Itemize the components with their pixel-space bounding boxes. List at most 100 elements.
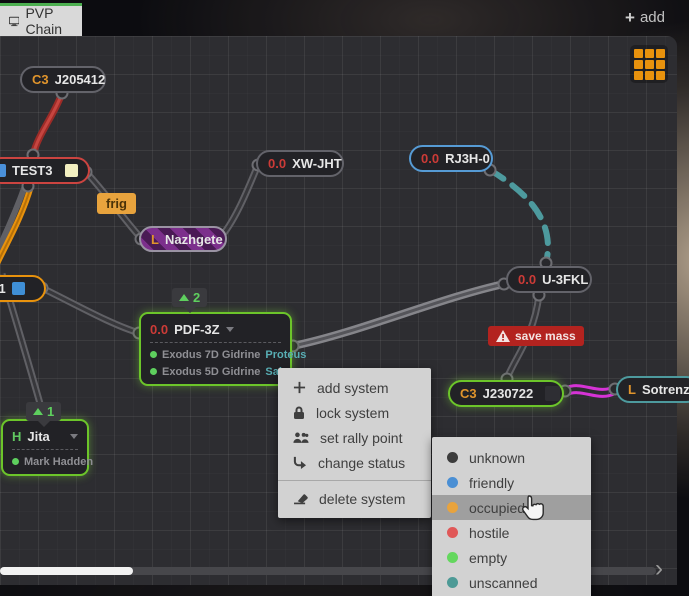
arrow-up-icon bbox=[33, 408, 43, 415]
connection-test3-offmap[interactable] bbox=[0, 186, 31, 270]
top-bar: PVP Chain + add bbox=[0, 0, 689, 36]
menu-label: add system bbox=[317, 380, 389, 396]
status-item-friendly[interactable]: friendly bbox=[432, 470, 591, 495]
eraser-icon bbox=[293, 493, 308, 505]
occupant-row: Exodus 5D Gidrine Sabre bbox=[150, 363, 281, 380]
system-name: XW-JHT bbox=[292, 156, 342, 171]
system-node-u-3fkl[interactable]: 0.0 U-3FKL bbox=[506, 266, 592, 293]
lock-icon bbox=[293, 406, 305, 420]
tab-label: PVP Chain bbox=[25, 5, 73, 37]
menu-separator bbox=[278, 480, 431, 481]
system-name: J230722 bbox=[483, 386, 534, 401]
menu-item-lock-system[interactable]: lock system bbox=[278, 400, 431, 425]
chevron-down-icon[interactable] bbox=[226, 327, 234, 332]
status-dot-empty bbox=[447, 552, 458, 563]
menu-label: set rally point bbox=[320, 430, 402, 446]
map-canvas[interactable]: C3 J205412 TEST3 0.0 XW-JHT 0.0 RJ3H-0 L… bbox=[0, 36, 677, 585]
system-name: Nazhgete bbox=[165, 232, 223, 247]
system-node-rj3h-0[interactable]: 0.0 RJ3H-0 bbox=[409, 145, 493, 172]
status-label: unscanned bbox=[469, 575, 538, 591]
frigate-hole-badge: frig bbox=[97, 193, 136, 214]
save-mass-label: save mass bbox=[515, 329, 576, 343]
divider bbox=[150, 342, 281, 343]
system-header: H Jita bbox=[12, 425, 78, 447]
plus-icon: + bbox=[625, 9, 635, 26]
status-dot-unscanned bbox=[447, 577, 458, 588]
menu-item-add-system[interactable]: add system bbox=[278, 375, 431, 400]
security-label: 0.0 bbox=[518, 272, 536, 287]
connection-nazhgete-xwjht[interactable] bbox=[220, 165, 258, 238]
occupant-row: Mark Hadden bbox=[12, 453, 78, 470]
scrollbar-thumb[interactable] bbox=[0, 567, 133, 575]
users-icon bbox=[293, 431, 309, 444]
system-name: U-3FKL bbox=[542, 272, 588, 287]
status-label: unknown bbox=[469, 450, 525, 466]
connection-801-pdf3z[interactable] bbox=[42, 288, 139, 333]
menu-item-delete-system[interactable]: delete system bbox=[278, 486, 431, 511]
pilot-name: Mark Hadden bbox=[24, 456, 93, 468]
warning-icon bbox=[496, 330, 510, 342]
arrow-redirect-icon bbox=[293, 456, 307, 469]
status-item-hostile[interactable]: hostile bbox=[432, 520, 591, 545]
system-node-j230722[interactable]: C3 J230722 bbox=[448, 380, 564, 407]
plus-icon bbox=[293, 381, 306, 394]
system-node-j205412[interactable]: C3 J205412 bbox=[20, 66, 106, 93]
connection-rj3h0-u3fkl-dashed[interactable] bbox=[490, 170, 548, 263]
note-square-icon bbox=[545, 386, 560, 401]
system-name: Sotrenz bbox=[642, 382, 689, 397]
status-label: friendly bbox=[469, 475, 514, 491]
jump-count: 2 bbox=[193, 290, 200, 305]
ship-type: Proteus bbox=[265, 349, 306, 361]
hand-cursor-icon bbox=[520, 494, 546, 522]
system-header: 0.0 PDF-3Z bbox=[150, 318, 281, 340]
system-node-test3[interactable]: TEST3 bbox=[0, 157, 90, 184]
status-dot-unknown bbox=[447, 452, 458, 463]
status-label: empty bbox=[469, 550, 507, 566]
system-class-label: C3 bbox=[460, 386, 477, 401]
menu-item-set-rally-point[interactable]: set rally point bbox=[278, 425, 431, 450]
security-label: 0.0 bbox=[268, 156, 286, 171]
status-dot-occupied bbox=[447, 502, 458, 513]
grid-layout-button[interactable] bbox=[630, 45, 668, 83]
jump-count: 1 bbox=[47, 404, 54, 419]
menu-label: lock system bbox=[316, 405, 389, 421]
connection-j205412-test3[interactable] bbox=[33, 93, 62, 155]
jump-count-badge: 1 bbox=[26, 402, 61, 421]
menu-label: change status bbox=[318, 455, 405, 471]
system-name: J205412 bbox=[55, 72, 106, 87]
system-node-pdf-3z-active[interactable]: 0.0 PDF-3Z Exodus 7D Gidrine Proteus Exo… bbox=[139, 312, 292, 386]
grid-icon bbox=[634, 49, 643, 58]
system-node-jita[interactable]: H Jita Mark Hadden bbox=[1, 419, 89, 476]
security-label: 0.0 bbox=[150, 322, 168, 337]
status-item-occupied[interactable]: occupied bbox=[432, 495, 591, 520]
pilot-online-dot bbox=[150, 351, 157, 358]
security-label: 0.0 bbox=[421, 151, 439, 166]
system-node-801[interactable]: 801 bbox=[0, 275, 46, 302]
connection-j230722-sotrenz[interactable] bbox=[566, 386, 616, 397]
menu-label: delete system bbox=[319, 491, 405, 507]
pilot-name: Exodus 7D Gidrine bbox=[162, 349, 260, 361]
connection-pdf3z-u3fkl[interactable] bbox=[293, 284, 504, 346]
frig-label: frig bbox=[106, 196, 127, 211]
add-map-button[interactable]: + add bbox=[625, 9, 665, 26]
save-mass-badge[interactable]: save mass bbox=[488, 326, 584, 346]
menu-item-change-status[interactable]: change status bbox=[278, 450, 431, 475]
status-item-unscanned[interactable]: unscanned bbox=[432, 570, 591, 595]
system-node-nazhgete-rally[interactable]: L Nazhgete bbox=[139, 226, 227, 252]
occupant-row: Exodus 7D Gidrine Proteus bbox=[150, 346, 281, 363]
status-item-empty[interactable]: empty bbox=[432, 545, 591, 570]
security-label: L bbox=[628, 382, 636, 397]
system-note-icon bbox=[0, 164, 6, 177]
pilot-online-dot bbox=[150, 368, 157, 375]
status-dot-hostile bbox=[447, 527, 458, 538]
tab-pvp-chain[interactable]: PVP Chain bbox=[0, 3, 82, 36]
pilot-online-dot bbox=[12, 458, 19, 465]
status-item-unknown[interactable]: unknown bbox=[432, 445, 591, 470]
system-node-sotrenz[interactable]: L Sotrenz bbox=[616, 376, 689, 403]
chevron-down-icon[interactable] bbox=[70, 434, 78, 439]
scroll-right-chevron[interactable]: › bbox=[655, 559, 663, 579]
system-name: TEST3 bbox=[12, 163, 52, 178]
system-node-xw-jht[interactable]: 0.0 XW-JHT bbox=[256, 150, 344, 177]
status-label: hostile bbox=[469, 525, 509, 541]
arrow-up-icon bbox=[179, 294, 189, 301]
